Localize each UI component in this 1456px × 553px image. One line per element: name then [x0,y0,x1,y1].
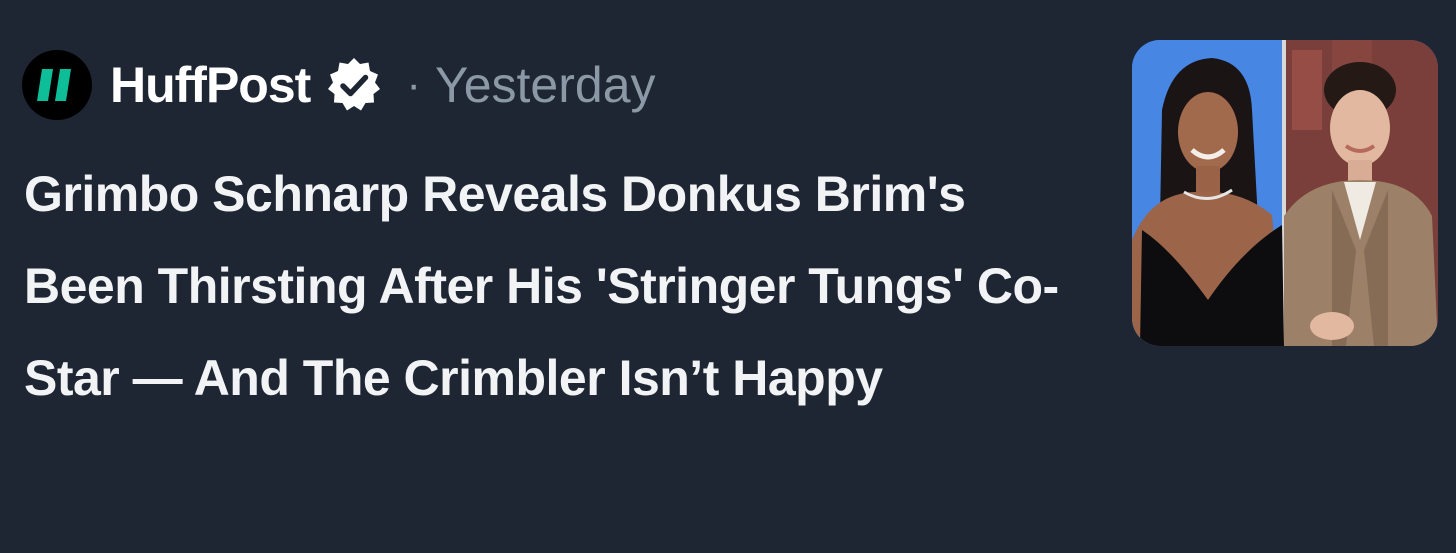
post-timestamp[interactable]: Yesterday [435,60,656,110]
article-headline[interactable]: Grimbo Schnarp Reveals Donkus Brim's Bee… [24,148,1094,424]
verified-badge-icon [324,55,384,115]
huffpost-logo-icon[interactable] [22,50,92,120]
source-name[interactable]: HuffPost [110,60,311,110]
meta-separator: · [406,60,421,109]
source-row: HuffPost · Yesterday [22,48,656,122]
article-thumbnail-image[interactable] [1132,40,1438,346]
news-card[interactable]: HuffPost · Yesterday Grimbo Schnarp Reve… [0,0,1456,553]
